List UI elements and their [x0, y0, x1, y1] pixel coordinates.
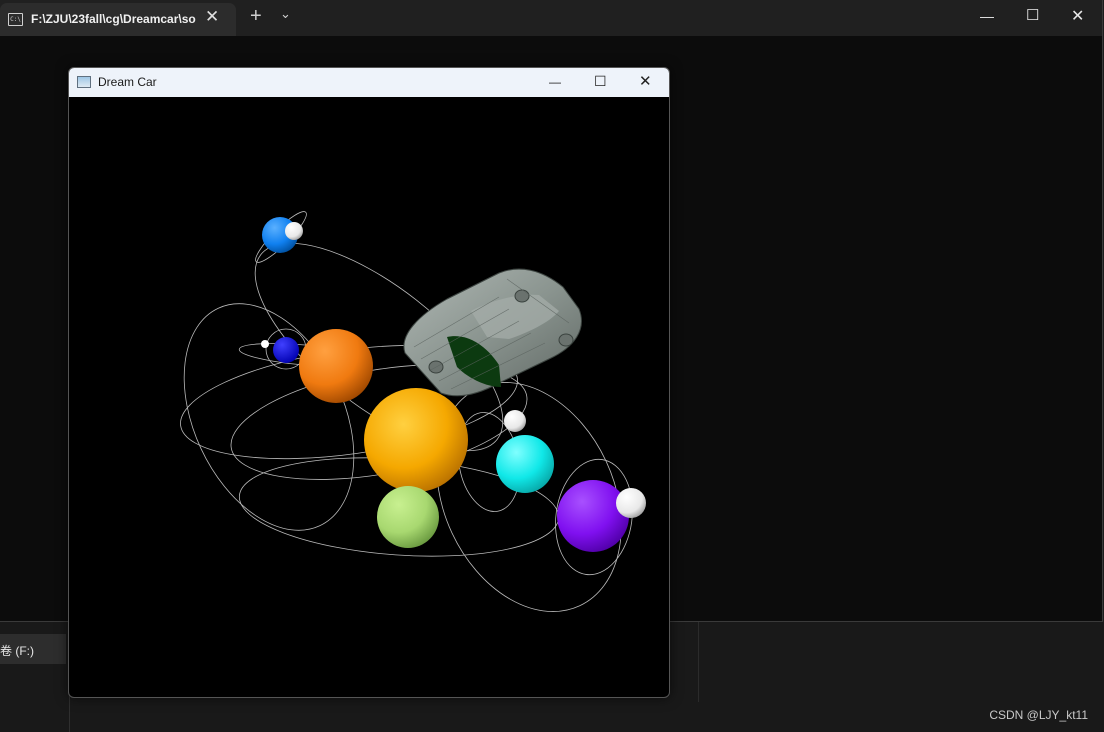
dream-car-window: Dream Car — ☐ ✕ — [68, 67, 670, 698]
maximize-button[interactable]: ☐ — [1026, 6, 1039, 24]
car-model — [403, 268, 582, 397]
dark-blue-planet — [273, 337, 299, 363]
moon — [261, 340, 269, 348]
orange-planet — [299, 329, 373, 403]
light-green-planet — [377, 486, 439, 548]
window-title: Dream Car — [98, 75, 157, 89]
app-icon — [77, 76, 91, 88]
watermark: CSDN @LJY_kt11 — [989, 708, 1088, 722]
tab-bar: C:\ F:\ZJU\23fall\cg\Dreamcar\so ✕ + ⌄ —… — [0, 0, 1102, 36]
drive-label: 卷 (F:) — [0, 644, 34, 658]
car-wheel — [558, 333, 574, 347]
drive-item[interactable]: 卷 (F:) — [0, 634, 66, 664]
moon — [285, 222, 303, 240]
new-tab-button[interactable]: + — [250, 5, 262, 28]
close-tab-icon[interactable]: ✕ — [205, 7, 219, 27]
car-wheel — [514, 289, 530, 303]
orbit — [183, 303, 355, 531]
tab-title: F:\ZJU\23fall\cg\Dreamcar\so — [31, 12, 196, 26]
cyan-planet — [496, 435, 554, 493]
maximize-button[interactable]: ☐ — [594, 73, 607, 90]
divider — [698, 622, 699, 702]
minimize-button[interactable]: — — [980, 8, 994, 24]
close-button[interactable]: ✕ — [639, 72, 652, 90]
purple-planet — [557, 480, 629, 552]
moon — [616, 488, 646, 518]
chevron-down-icon[interactable]: ⌄ — [280, 6, 291, 22]
moon — [504, 410, 526, 432]
close-button[interactable]: ✕ — [1071, 6, 1084, 26]
terminal-icon: C:\ — [8, 13, 23, 26]
minimize-button[interactable]: — — [549, 75, 561, 89]
sun — [364, 388, 468, 492]
render-canvas[interactable] — [69, 97, 669, 697]
terminal-tab[interactable]: C:\ F:\ZJU\23fall\cg\Dreamcar\so ✕ — [0, 3, 236, 36]
window-titlebar[interactable]: Dream Car — ☐ ✕ — [69, 68, 669, 97]
